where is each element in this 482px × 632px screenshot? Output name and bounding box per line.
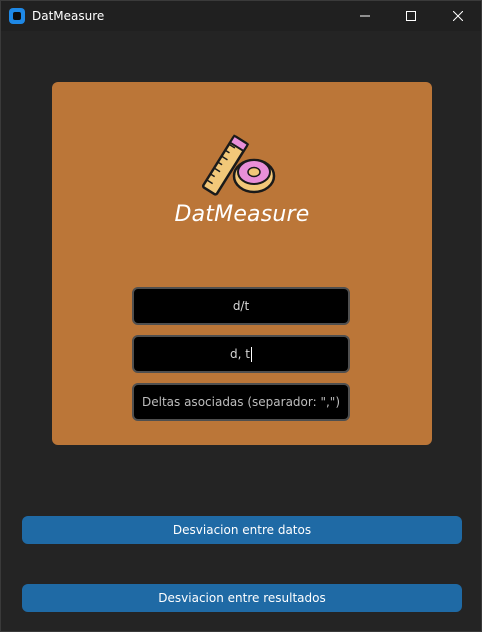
- formula-input[interactable]: d/t: [132, 287, 350, 325]
- maximize-button[interactable]: [388, 1, 434, 31]
- variables-input-value: d, t: [230, 347, 250, 361]
- brand-title: DatMeasure: [174, 202, 310, 227]
- minimize-icon: [360, 15, 370, 17]
- desviacion-datos-button[interactable]: Desviacion entre datos: [22, 516, 462, 544]
- deltas-input-placeholder: Deltas asociadas (separador: ","): [142, 395, 340, 409]
- maximize-icon: [406, 11, 416, 21]
- desviacion-datos-label: Desviacion entre datos: [172, 523, 312, 537]
- main-card: DatMeasure d/t d, t Deltas asociadas (se…: [52, 82, 432, 445]
- close-icon: [453, 11, 463, 21]
- window-title: DatMeasure: [32, 9, 105, 23]
- app-window: DatMeasure DatMeasure d/t d, t Deltas as…: [0, 0, 482, 632]
- deltas-input[interactable]: Deltas asociadas (separador: ","): [132, 383, 350, 421]
- app-icon: [9, 8, 25, 24]
- title-bar[interactable]: DatMeasure: [1, 1, 481, 31]
- variables-input[interactable]: d, t: [132, 335, 350, 373]
- close-button[interactable]: [435, 1, 481, 31]
- measuring-tape-icon: [202, 134, 276, 196]
- desviacion-resultados-label: Desviacion entre resultados: [158, 591, 326, 605]
- minimize-button[interactable]: [342, 1, 388, 31]
- formula-input-value: d/t: [232, 299, 250, 313]
- desviacion-resultados-button[interactable]: Desviacion entre resultados: [22, 584, 462, 612]
- text-caret: [250, 346, 252, 362]
